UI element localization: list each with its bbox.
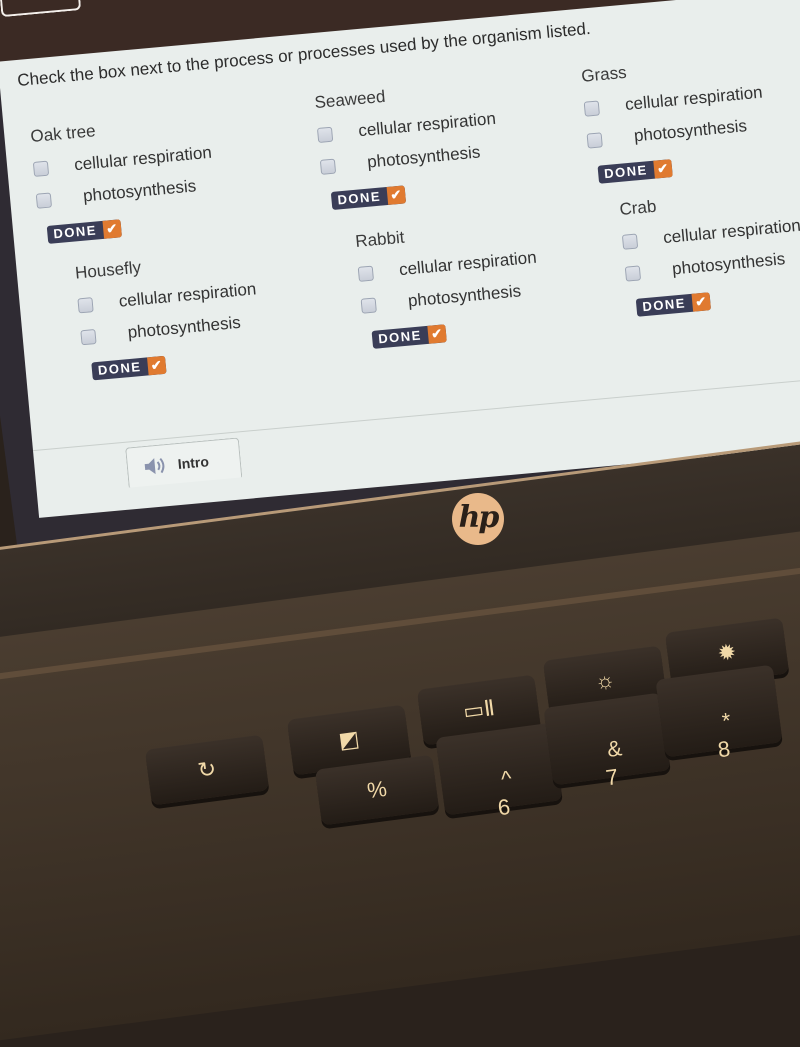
hp-logo: hp [452, 493, 504, 545]
option-label: photosynthesis [366, 142, 482, 172]
checkbox[interactable] [360, 296, 377, 314]
checkbox[interactable] [319, 158, 337, 175]
intro-button[interactable]: Intro [125, 437, 243, 488]
brightness-up-icon: ✹ [716, 638, 738, 667]
checkbox[interactable] [80, 328, 97, 345]
check-icon: ✔ [386, 185, 406, 205]
key-label: ^ 6 [496, 765, 514, 821]
check-icon: ✔ [426, 324, 447, 344]
checkbox[interactable] [586, 131, 603, 149]
asterisk-8-key[interactable]: * 8 [655, 664, 783, 762]
overview-icon: ▭Ⅱ [461, 695, 497, 724]
option-label: photosynthesis [126, 312, 242, 343]
done-button[interactable]: DONE ✔ [46, 219, 122, 244]
footer-divider [32, 372, 800, 452]
checkbox[interactable] [621, 233, 639, 250]
checkbox[interactable] [32, 160, 50, 177]
organism-housefly: Housefly cellular respiration photosynth… [74, 247, 263, 381]
option-label: photosynthesis [407, 281, 522, 311]
option-label: photosynthesis [82, 176, 197, 206]
option-label: photosynthesis [633, 116, 748, 146]
organism-seaweed: Seaweed cellular respiration photosynthe… [314, 77, 503, 211]
organism-oak-tree: Oak tree cellular respiration photosynth… [30, 111, 219, 245]
check-icon: ✔ [691, 292, 711, 312]
checkbox[interactable] [357, 265, 374, 282]
done-button[interactable]: DONE ✔ [597, 159, 673, 184]
app-logo[interactable] [0, 0, 82, 18]
organism-rabbit: Rabbit cellular respiration photosynthes… [355, 216, 544, 350]
fullscreen-icon: ◩ [336, 725, 361, 754]
key-label: * 8 [716, 707, 733, 763]
refresh-icon: ↻ [196, 755, 218, 784]
done-button[interactable]: DONE ✔ [635, 292, 711, 317]
checkbox[interactable] [624, 264, 642, 282]
caret-6-key[interactable]: ^ 6 [435, 722, 563, 820]
done-button[interactable]: DONE ✔ [91, 355, 167, 381]
check-icon: ✔ [652, 159, 673, 179]
option-label: photosynthesis [671, 249, 786, 279]
checkbox[interactable] [35, 191, 53, 209]
done-label: DONE [377, 327, 423, 347]
ampersand-7-key[interactable]: & 7 [543, 692, 671, 790]
done-label: DONE [336, 188, 382, 208]
checkbox[interactable] [583, 99, 600, 117]
app-screen: Check the box next to the process or pro… [0, 0, 800, 518]
done-button[interactable]: DONE ✔ [371, 324, 447, 349]
done-button[interactable]: DONE ✔ [330, 185, 406, 211]
done-label: DONE [52, 222, 98, 242]
done-label: DONE [641, 295, 687, 315]
done-label: DONE [603, 162, 649, 182]
checkbox[interactable] [316, 126, 334, 143]
organism-crab: Crab cellular respiration photosynthesis… [619, 184, 800, 318]
intro-label: Intro [177, 452, 210, 472]
speaker-icon [144, 457, 165, 474]
done-label: DONE [97, 358, 143, 378]
checkbox[interactable] [77, 296, 94, 313]
brightness-down-icon: ☼ [593, 666, 617, 695]
check-icon: ✔ [146, 355, 167, 376]
key-label: % [365, 775, 389, 804]
check-icon: ✔ [102, 219, 122, 239]
organism-grass: Grass cellular respiration photosynthesi… [580, 51, 769, 185]
